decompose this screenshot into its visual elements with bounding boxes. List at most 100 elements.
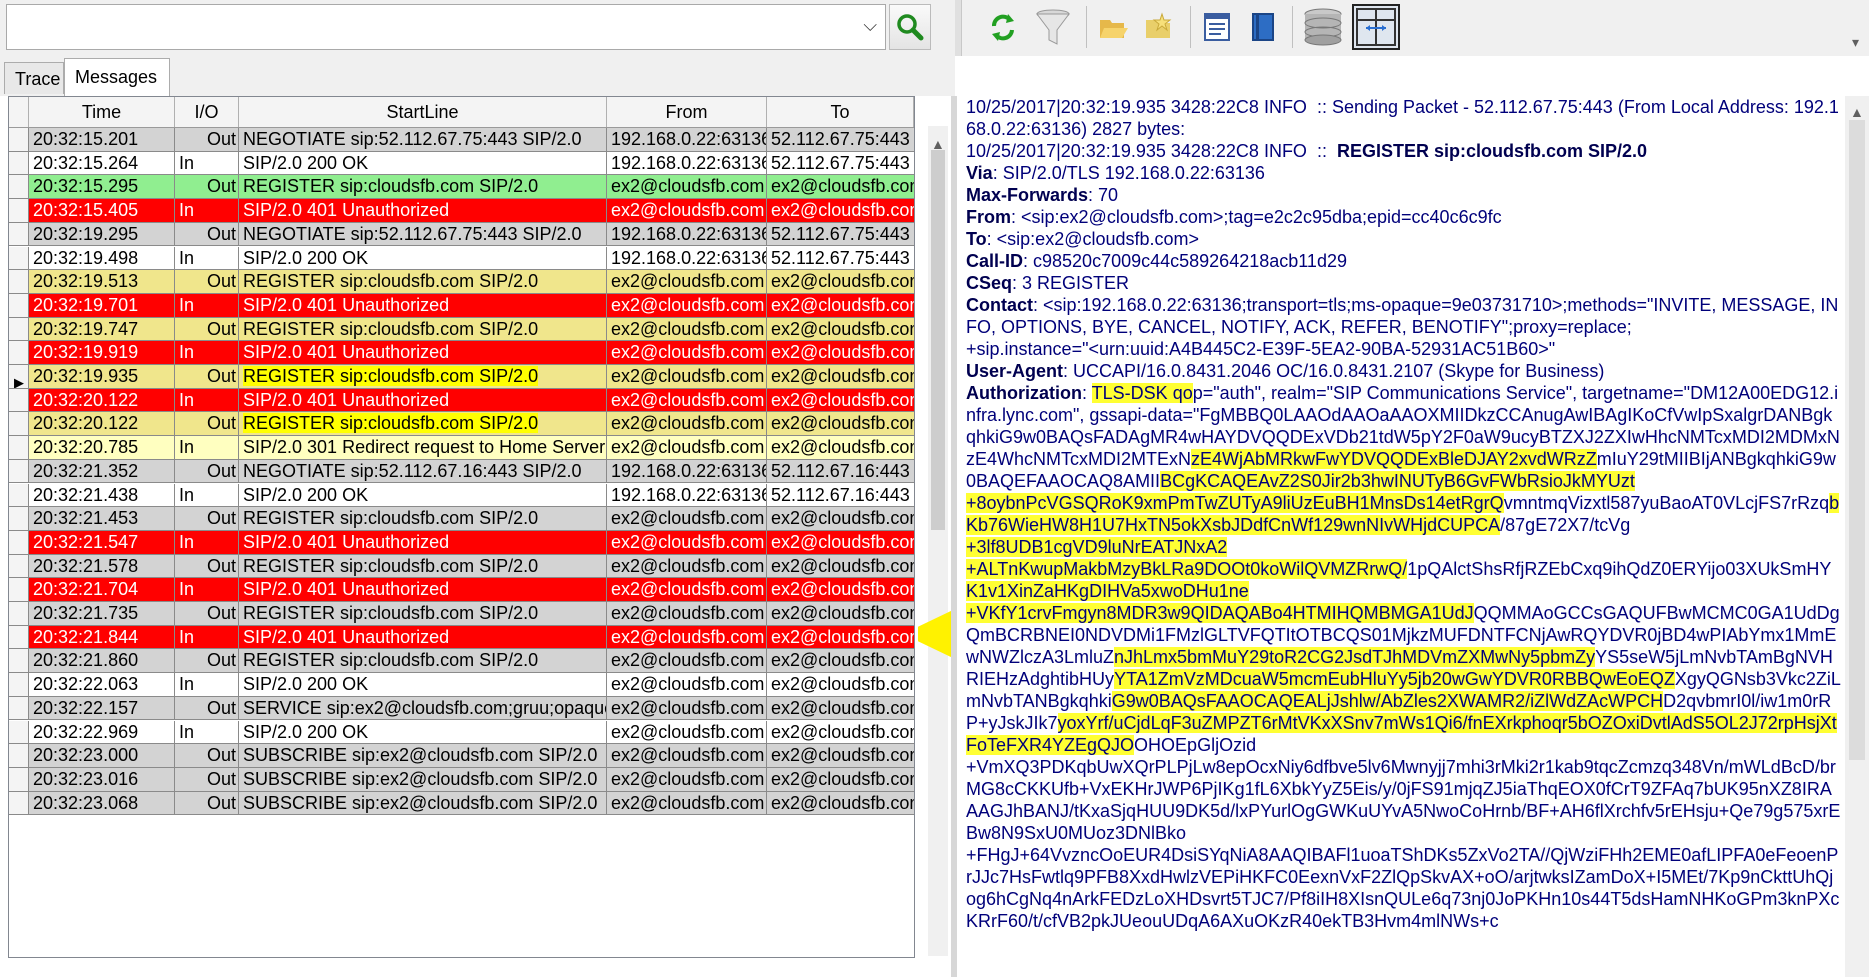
column-header-io[interactable]: I/O (175, 97, 239, 127)
cell-time: 20:32:19.747 (29, 317, 175, 342)
cell-io: In (175, 578, 239, 602)
table-row[interactable]: 20:32:23.068 Out SUBSCRIBE sip:ex2@cloudsf… (9, 791, 914, 816)
table-row[interactable]: 20:32:23.000 Out SUBSCRIBE sip:ex2@cloudsf… (9, 744, 914, 768)
favorites-button[interactable] (1138, 4, 1180, 50)
table-row[interactable]: 20:32:20.122 Out REGISTER sip:cloudsfb.com… (9, 412, 914, 437)
cell-to: ex2@cloudsfb.com (767, 625, 914, 650)
filter-button[interactable] (1032, 4, 1074, 50)
columns-button[interactable] (1352, 4, 1400, 50)
column-header-startline[interactable]: StartLine (239, 97, 607, 127)
cell-to: ex2@cloudsfb.com (767, 602, 914, 626)
table-row[interactable]: 20:32:19.701 In SIP/2.0 401 Unauthorized ex… (9, 293, 914, 318)
cell-startline: REGISTER sip:cloudsfb.com SIP/2.0 (239, 602, 607, 626)
columns-icon (1356, 8, 1396, 46)
header-value: +FHgJ+64VvzncOoEUR4DsiSYqNiA8AAQIBAFl1uo… (966, 845, 1840, 931)
table-row[interactable]: 20:32:20.785 In SIP/2.0 301 Redirect reque… (9, 436, 914, 460)
table-row[interactable]: 20:32:19.513 Out REGISTER sip:cloudsfb.com… (9, 270, 914, 294)
table-row[interactable]: 20:32:21.578 Out REGISTER sip:cloudsfb.com… (9, 554, 914, 579)
table-row[interactable]: 20:32:20.122 In SIP/2.0 401 Unauthorized ex… (9, 388, 914, 413)
cell-to: ex2@cloudsfb.com (767, 365, 914, 389)
table-row[interactable]: 20:32:19.919 In SIP/2.0 401 Unauthorized ex… (9, 341, 914, 365)
header-value: 10/25/2017|20:32:19.935 3428:22C8 INFO :… (966, 97, 1839, 139)
cell-startline: REGISTER sip:cloudsfb.com SIP/2.0 (239, 412, 607, 437)
cell-time: 20:32:23.068 (29, 791, 175, 816)
header-value: 10/25/2017|20:32:19.935 3428:22C8 INFO :… (966, 141, 1337, 161)
cell-startline: SIP/2.0 401 Unauthorized (239, 578, 607, 602)
cell-startline: REGISTER sip:cloudsfb.com SIP/2.0 (239, 365, 607, 389)
cell-time: 20:32:21.438 (29, 483, 175, 508)
properties-button[interactable] (1196, 4, 1238, 50)
startline-text: SIP/2.0 200 OK (243, 152, 369, 173)
table-row[interactable]: 20:32:21.352 Out NEGOTIATE sip:52.112.67.1… (9, 459, 914, 484)
cell-from: ex2@cloudsfb.com (607, 365, 767, 389)
cell-io: In (175, 151, 239, 176)
row-selector (9, 270, 29, 294)
table-row[interactable]: 20:32:21.453 Out REGISTER sip:cloudsfb.com… (9, 507, 914, 531)
open-button[interactable] (1092, 4, 1134, 50)
startline-text: REGISTER sip:cloudsfb.com SIP/2.0 (243, 555, 539, 576)
search-button[interactable] (889, 4, 931, 50)
search-combobox[interactable]: ⌵ (6, 4, 886, 50)
table-row[interactable]: 20:32:21.438 In SIP/2.0 200 OK 192.168.0.22… (9, 483, 914, 508)
table-row[interactable]: ▶ 20:32:19.935 Out REGISTER sip:cloudsfb.co… (9, 365, 914, 389)
column-header-time[interactable]: Time (29, 97, 175, 127)
toolbar-overflow-icon[interactable]: ▾ (1852, 34, 1859, 51)
cell-time: 20:32:21.735 (29, 602, 175, 626)
table-row[interactable]: 20:32:15.201 Out NEGOTIATE sip:52.112.67.7… (9, 128, 914, 152)
cell-startline: SIP/2.0 200 OK (239, 673, 607, 697)
header-value: : 3 REGISTER (1012, 273, 1130, 293)
table-row[interactable]: 20:32:15.264 In SIP/2.0 200 OK 192.168.0.22… (9, 151, 914, 176)
message-line: User-Agent: UCCAPI/16.0.8431.2046 OC/16.… (966, 360, 1841, 382)
table-row[interactable]: 20:32:15.295 Out REGISTER sip:cloudsfb.com… (9, 175, 914, 200)
tab-trace[interactable]: Trace (4, 62, 64, 94)
table-row[interactable]: 20:32:21.860 Out REGISTER sip:cloudsfb.com… (9, 649, 914, 674)
cell-to: ex2@cloudsfb.com (767, 388, 914, 413)
cell-from: ex2@cloudsfb.com (607, 696, 767, 721)
table-row[interactable]: 20:32:19.295 Out NEGOTIATE sip:52.112.67.7… (9, 222, 914, 247)
cell-startline: SIP/2.0 401 Unauthorized (239, 293, 607, 318)
scroll-up-icon[interactable]: ▲ (931, 136, 945, 152)
table-row[interactable]: 20:32:19.498 In SIP/2.0 200 OK 192.168.0.22… (9, 246, 914, 271)
table-row[interactable]: 20:32:22.063 In SIP/2.0 200 OK ex2@cloudsfb… (9, 673, 914, 697)
grid-scrollbar-thumb[interactable] (931, 150, 945, 530)
table-row[interactable]: 20:32:15.405 In SIP/2.0 401 Unauthorized ex… (9, 199, 914, 223)
table-row[interactable]: 20:32:19.747 Out REGISTER sip:cloudsfb.com… (9, 317, 914, 342)
cell-to: ex2@cloudsfb.com (767, 649, 914, 674)
table-row[interactable]: 20:32:22.157 Out SERVICE sip:ex2@cloudsfb.… (9, 696, 914, 721)
header-name: Max-Forwards (966, 185, 1089, 205)
cell-to: 52.112.67.75:443 (767, 151, 914, 176)
table-row[interactable]: 20:32:22.969 In SIP/2.0 200 OK ex2@cloudsfb… (9, 720, 914, 745)
cell-from: ex2@cloudsfb.com (607, 720, 767, 745)
table-row[interactable]: 20:32:23.016 Out SUBSCRIBE sip:ex2@cloudsf… (9, 767, 914, 792)
header-value: +sip.instance="<urn:uuid:A4B445C2-E39F-5… (966, 339, 1556, 359)
tab-messages[interactable]: Messages (64, 58, 170, 96)
table-row[interactable]: 20:32:21.844 In SIP/2.0 401 Unauthorized ex… (9, 625, 914, 650)
column-header-to[interactable]: To (767, 97, 914, 127)
scroll-up-icon[interactable]: ▲ (1850, 104, 1864, 120)
chevron-down-icon[interactable]: ⌵ (863, 15, 877, 36)
cell-startline: SUBSCRIBE sip:ex2@cloudsfb.com SIP/2.0 (239, 791, 607, 816)
table-row[interactable]: 20:32:21.704 In SIP/2.0 401 Unauthorized ex… (9, 578, 914, 602)
message-line: Via: SIP/2.0/TLS 192.168.0.22:63136 (966, 162, 1841, 184)
column-header-from[interactable]: From (607, 97, 767, 127)
cell-time: 20:32:22.157 (29, 696, 175, 721)
message-scrollbar-thumb[interactable] (1849, 120, 1865, 760)
table-row[interactable]: 20:32:21.547 In SIP/2.0 401 Unauthorized ex… (9, 530, 914, 555)
cell-io: In (175, 246, 239, 271)
startline-text: SIP/2.0 200 OK (243, 247, 369, 268)
cell-to: ex2@cloudsfb.com (767, 578, 914, 602)
cell-to: ex2@cloudsfb.com (767, 791, 914, 816)
book-button[interactable] (1242, 4, 1284, 50)
database-button[interactable] (1298, 4, 1348, 50)
table-row[interactable]: 20:32:21.735 Out REGISTER sip:cloudsfb.com… (9, 602, 914, 626)
row-selector (9, 151, 29, 176)
cell-time: 20:32:20.785 (29, 436, 175, 460)
row-selector (9, 696, 29, 721)
cell-from: ex2@cloudsfb.com (607, 341, 767, 365)
refresh-button[interactable] (982, 4, 1024, 50)
cell-io: In (175, 388, 239, 413)
startline-text: SIP/2.0 401 Unauthorized (243, 294, 450, 315)
cell-startline: REGISTER sip:cloudsfb.com SIP/2.0 (239, 507, 607, 531)
search-input[interactable] (11, 9, 845, 47)
startline-text: SERVICE sip:ex2@cloudsfb.com;gruu;opaque (243, 697, 607, 718)
